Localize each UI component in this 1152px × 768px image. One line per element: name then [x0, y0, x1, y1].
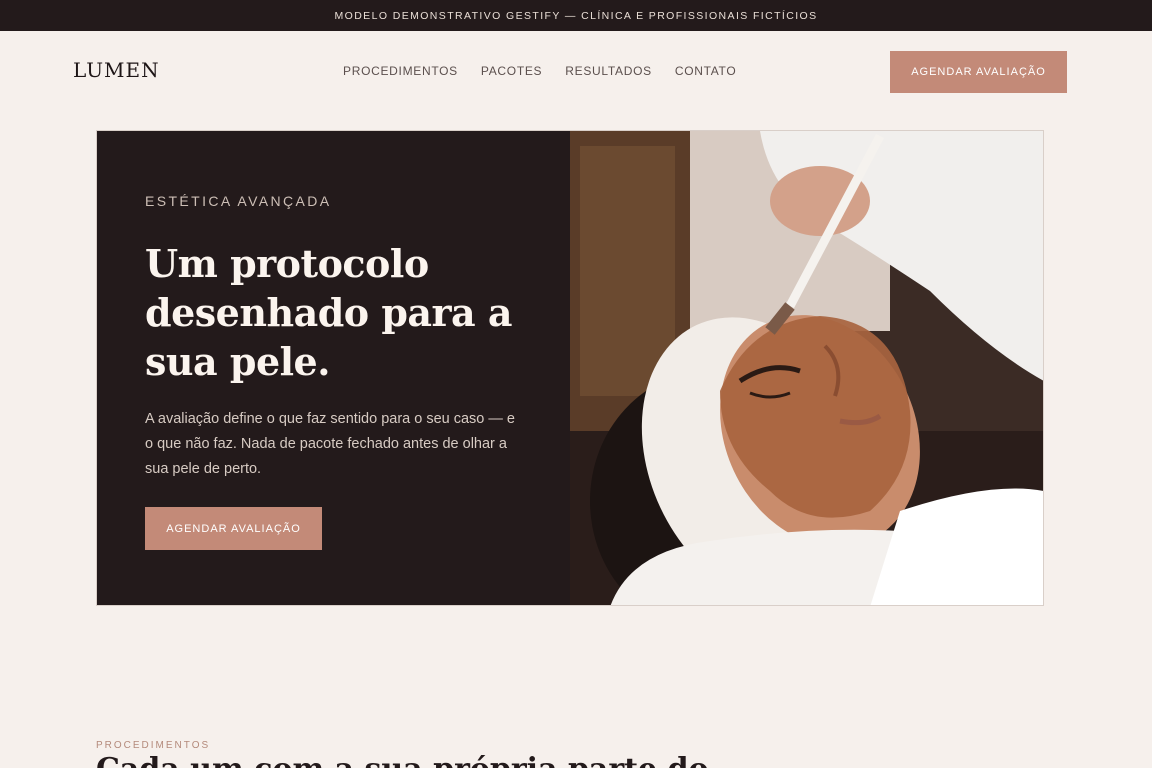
hero-description: A avaliação define o que faz sentido par…: [145, 411, 515, 477]
nav-item-contato[interactable]: CONTATO: [675, 64, 737, 78]
facial-treatment-illustration: [570, 131, 1043, 605]
hero-schedule-button[interactable]: AGENDAR AVALIAÇÃO: [145, 507, 322, 550]
hero-photo: [570, 131, 1043, 605]
nav-item-resultados[interactable]: RESULTADOS: [565, 64, 652, 78]
hero-eyebrow: ESTÉTICA AVANÇADA: [145, 193, 332, 209]
hero-section: ESTÉTICA AVANÇADA Um protocolo desenhado…: [96, 130, 1044, 606]
announcement-bar: MODELO DEMONSTRATIVO GESTIFY — CLÍNICA E…: [0, 0, 1152, 31]
nav-item-procedimentos[interactable]: PROCEDIMENTOS: [343, 64, 458, 78]
hero-headline: Um protocolo desenhado para a sua pele.: [145, 241, 513, 384]
schedule-evaluation-button[interactable]: AGENDAR AVALIAÇÃO: [890, 51, 1067, 93]
procedures-title: Cada um com a sua própria parte do: [96, 752, 709, 768]
hero-text-panel: ESTÉTICA AVANÇADA Um protocolo desenhado…: [97, 131, 570, 605]
site-header: LUMEN PROCEDIMENTOS PACOTES RESULTADOS C…: [0, 31, 1152, 111]
nav-item-pacotes[interactable]: PACOTES: [481, 64, 542, 78]
brand-logo[interactable]: LUMEN: [73, 58, 160, 82]
announcement-text: MODELO DEMONSTRATIVO GESTIFY — CLÍNICA E…: [334, 9, 818, 22]
main-nav: PROCEDIMENTOS PACOTES RESULTADOS CONTATO: [343, 64, 736, 78]
procedures-eyebrow: PROCEDIMENTOS: [96, 740, 211, 751]
